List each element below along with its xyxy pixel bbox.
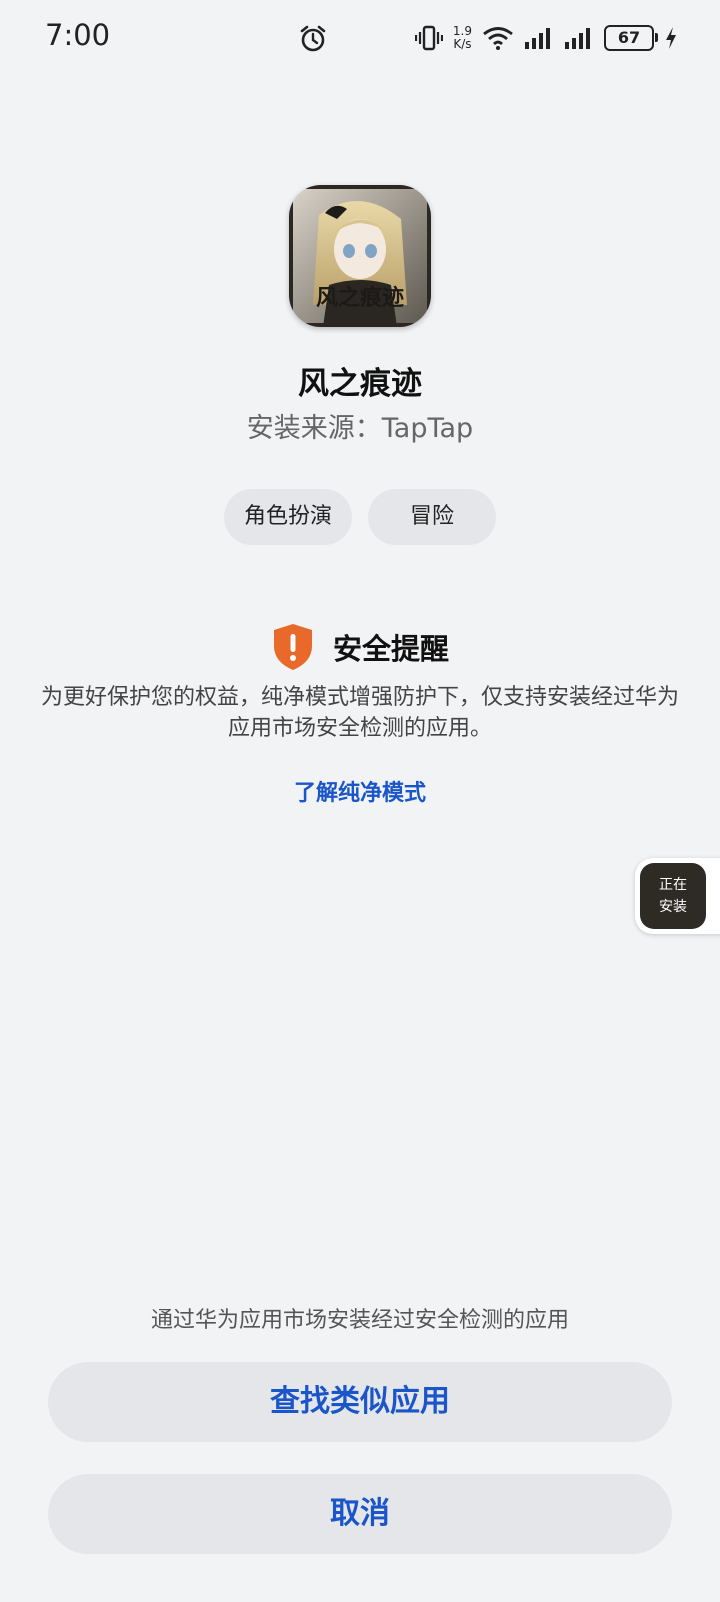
- tag-role-playing: 角色扮演: [224, 489, 352, 545]
- shield-warning-icon: [273, 624, 312, 670]
- status-bar: 7:00 1.9 K/s 67: [0, 0, 720, 76]
- find-similar-apps-button[interactable]: 查找类似应用: [48, 1362, 672, 1442]
- learn-pure-mode-link[interactable]: 了解纯净模式: [0, 775, 720, 807]
- installing-floating-chip[interactable]: 正在 安装: [635, 858, 720, 934]
- install-source: 安装来源：TapTap: [246, 413, 474, 444]
- security-description: 为更好保护您的权益，纯净模式增强防护下，仅支持安装经过华为应用市场安全检测的应用…: [40, 685, 679, 741]
- network-speed: 1.9 K/s: [452, 24, 472, 51]
- security-header: 安全提醒: [0, 622, 720, 672]
- vibrate-icon: [414, 25, 443, 51]
- security-title: 安全提醒: [332, 632, 449, 666]
- alarm-icon: [300, 25, 326, 52]
- battery-indicator: 67: [604, 25, 658, 51]
- app-name: 风之痕迹: [298, 366, 422, 402]
- tag-adventure: 冒险: [368, 489, 496, 545]
- status-icons: 1.9 K/s 67: [414, 22, 678, 54]
- wifi-icon: [483, 27, 513, 50]
- charging-icon: [666, 27, 676, 49]
- app-icon: 风之痕迹: [289, 185, 431, 327]
- installing-status: 正在 安装: [640, 863, 706, 929]
- cancel-button[interactable]: 取消: [48, 1474, 672, 1554]
- clock: 7:00: [45, 18, 111, 52]
- svg-text:风之痕迹: 风之痕迹: [316, 285, 404, 311]
- install-blocked-screen: 7:00 1.9 K/s 67 风之痕迹 风之痕迹 安装来源：TapTap 角色…: [0, 0, 720, 1602]
- app-tags: 角色扮演 冒险: [0, 489, 720, 545]
- bottom-hint: 通过华为应用市场安装经过安全检测的应用: [150, 1308, 569, 1333]
- signal-icon-2: [565, 28, 590, 49]
- signal-icon: [525, 28, 550, 49]
